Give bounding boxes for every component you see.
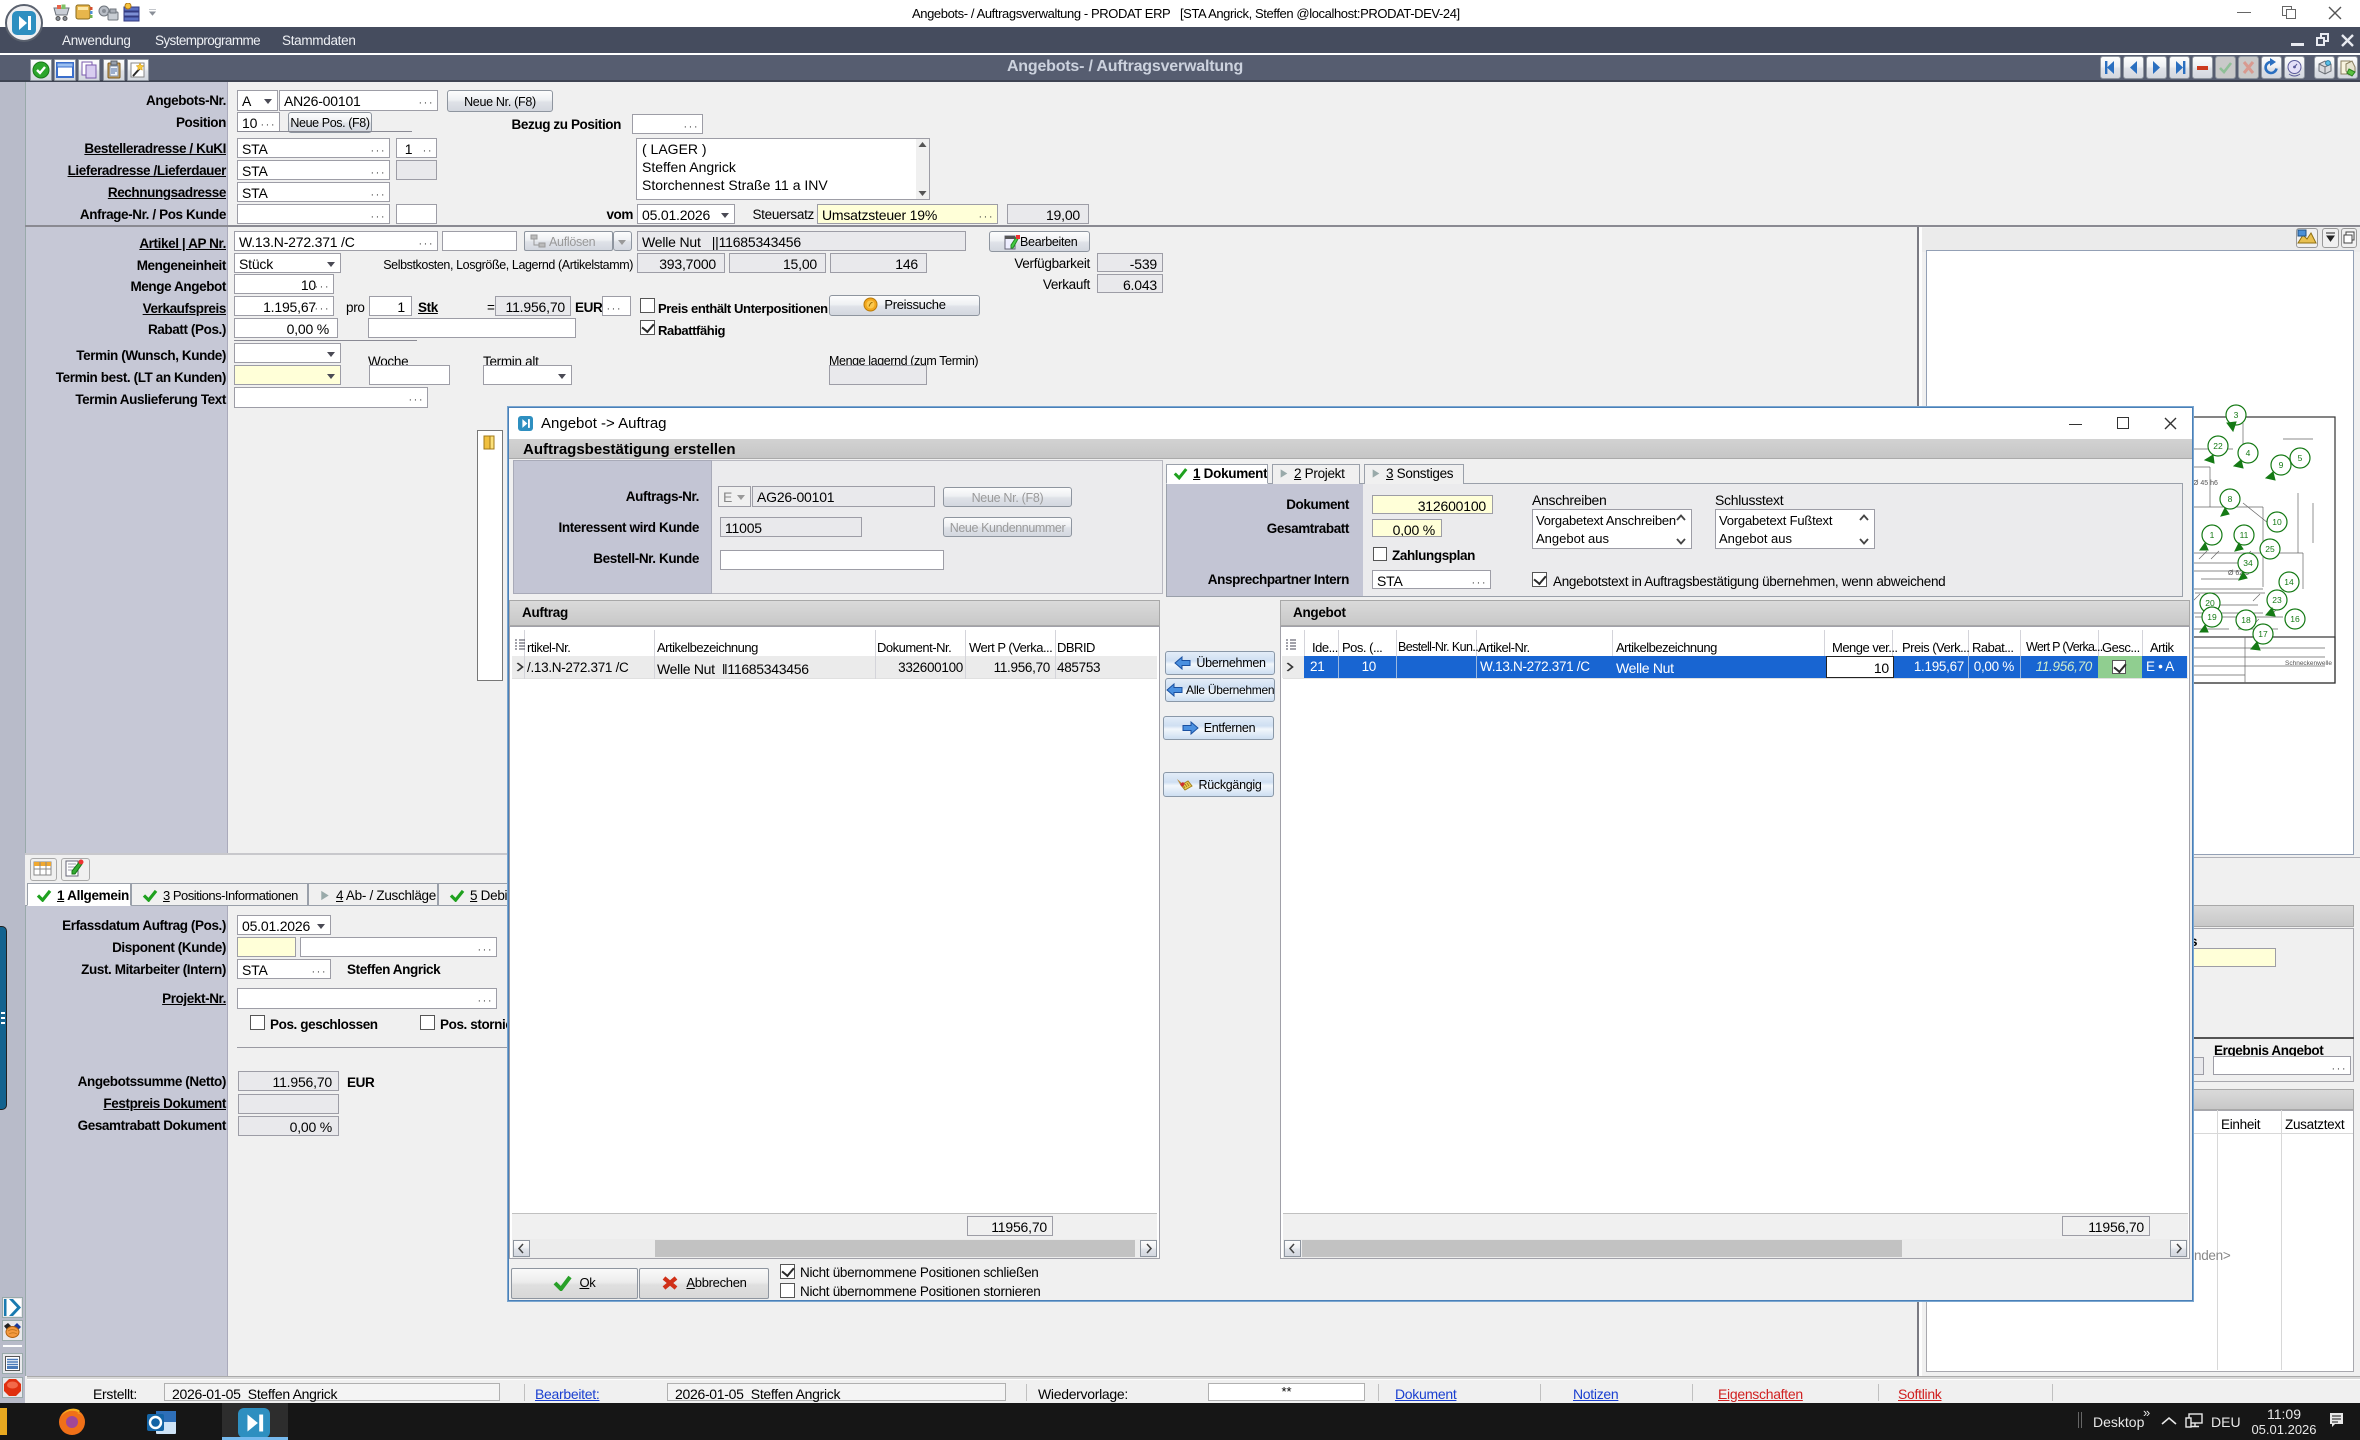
- svg-text:8: 8: [2228, 494, 2233, 504]
- svg-text:23: 23: [2272, 595, 2282, 605]
- svg-text:20: 20: [2205, 598, 2215, 608]
- svg-text:Ø 45 h6: Ø 45 h6: [2193, 480, 2218, 487]
- svg-text:3: 3: [2234, 410, 2239, 420]
- svg-text:10: 10: [2272, 517, 2282, 527]
- svg-text:18: 18: [2241, 615, 2251, 625]
- svg-text:4: 4: [2246, 448, 2251, 458]
- svg-text:14: 14: [2284, 577, 2294, 587]
- svg-text:17: 17: [2258, 629, 2268, 639]
- svg-text:16: 16: [2290, 614, 2300, 624]
- svg-text:1: 1: [2210, 530, 2215, 540]
- svg-text:34: 34: [2243, 558, 2253, 568]
- svg-text:11: 11: [2240, 530, 2249, 540]
- svg-text:19: 19: [2207, 612, 2217, 622]
- svg-text:22: 22: [2213, 441, 2223, 451]
- svg-text:25: 25: [2265, 544, 2275, 554]
- svg-text:5: 5: [2298, 453, 2303, 463]
- svg-text:Schneckenwelle: Schneckenwelle: [2285, 660, 2332, 667]
- svg-text:9: 9: [2279, 460, 2284, 470]
